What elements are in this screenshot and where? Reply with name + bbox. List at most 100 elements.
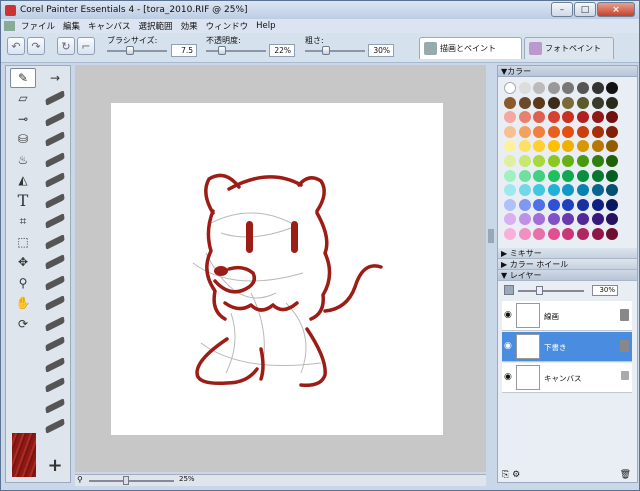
menu-select[interactable]: 選択範囲	[139, 20, 173, 32]
color-swatch[interactable]	[504, 96, 516, 109]
color-swatch[interactable]	[504, 184, 516, 197]
color-swatch[interactable]	[518, 111, 531, 124]
brush-size-slider[interactable]	[107, 50, 167, 52]
color-swatch[interactable]	[547, 155, 560, 167]
color-swatch[interactable]	[577, 125, 589, 138]
brush-variant-17[interactable]	[42, 417, 68, 437]
brush-variant-15[interactable]	[42, 376, 68, 396]
color-swatch[interactable]	[504, 111, 516, 124]
canvas-area[interactable]	[75, 65, 486, 472]
color-swatch[interactable]	[533, 228, 546, 240]
opacity-thumb[interactable]	[218, 46, 226, 55]
color-swatch[interactable]	[591, 111, 604, 124]
color-swatch[interactable]	[562, 82, 575, 94]
brush-variant-12[interactable]	[42, 314, 68, 334]
zoom-slider[interactable]	[89, 480, 174, 482]
drawing-canvas[interactable]	[111, 103, 443, 435]
brush-reset-icon[interactable]: ⌐	[77, 37, 95, 55]
color-swatch[interactable]	[533, 213, 546, 226]
color-swatch[interactable]	[591, 198, 604, 211]
color-swatch[interactable]	[562, 198, 575, 211]
layers-panel-header[interactable]: ▼ レイヤー	[498, 270, 637, 281]
brush-variant-13[interactable]	[42, 335, 68, 355]
color-swatch[interactable]	[504, 140, 516, 153]
panel-collapse-handle[interactable]	[488, 229, 494, 243]
minimize-button[interactable]: –	[551, 2, 573, 17]
layer-options-icon[interactable]: ⚙	[512, 470, 520, 480]
layer-opacity-slider[interactable]	[518, 290, 584, 292]
grain-value[interactable]: 30%	[368, 44, 394, 57]
brush-variant-9[interactable]	[42, 253, 68, 273]
color-swatch[interactable]	[518, 125, 531, 138]
color-swatch[interactable]	[518, 96, 531, 109]
color-swatch[interactable]	[577, 228, 589, 240]
transform-tool-icon[interactable]: ✥	[10, 253, 36, 273]
color-swatch[interactable]	[518, 82, 531, 94]
color-swatch[interactable]	[562, 184, 575, 197]
menu-file[interactable]: ファイル	[21, 20, 55, 32]
magnifier-icon[interactable]: ⚲	[10, 273, 36, 293]
color-swatch[interactable]	[606, 169, 619, 182]
menu-canvas[interactable]: キャンバス	[88, 20, 131, 32]
color-swatch[interactable]	[562, 169, 575, 182]
color-swatch[interactable]	[547, 140, 560, 153]
color-swatch[interactable]	[533, 169, 546, 182]
color-swatch[interactable]	[606, 198, 619, 211]
rotate-page-icon[interactable]: ⟳	[10, 314, 36, 334]
color-swatch[interactable]	[591, 82, 604, 94]
close-button[interactable]: ×	[597, 2, 635, 17]
color-swatch[interactable]	[518, 184, 531, 197]
color-swatch[interactable]	[533, 198, 546, 211]
brush-variant-2[interactable]	[42, 109, 68, 129]
color-swatch[interactable]	[504, 169, 516, 182]
brush-size-value[interactable]: 7.5	[171, 44, 197, 57]
color-swatch[interactable]	[547, 198, 560, 211]
color-swatch[interactable]	[518, 228, 531, 240]
color-swatch[interactable]	[547, 125, 560, 138]
color-swatch[interactable]	[533, 125, 546, 138]
color-swatch[interactable]	[562, 140, 575, 153]
color-panel-header[interactable]: ▼カラー	[498, 66, 637, 77]
color-swatch[interactable]	[562, 125, 575, 138]
paint-bucket-icon[interactable]: ⛁	[10, 130, 36, 150]
color-swatch[interactable]	[547, 213, 560, 226]
dropper-tool-icon[interactable]: ⊸	[10, 109, 36, 129]
color-swatch[interactable]	[577, 82, 589, 94]
color-swatch[interactable]	[547, 82, 560, 94]
maximize-button[interactable]: □	[574, 2, 596, 17]
color-swatch[interactable]	[547, 169, 560, 182]
color-swatch[interactable]	[562, 213, 575, 226]
color-swatch[interactable]	[577, 184, 589, 197]
color-swatch[interactable]	[591, 155, 604, 167]
brush-variant-14[interactable]	[42, 355, 68, 375]
brush-variant-10[interactable]	[42, 273, 68, 293]
color-swatch[interactable]	[606, 125, 619, 138]
brush-variant-4[interactable]	[42, 150, 68, 170]
color-swatch[interactable]	[518, 155, 531, 167]
color-swatch[interactable]	[547, 184, 560, 197]
text-tool-icon[interactable]: T	[10, 191, 36, 211]
zoom-slider-thumb[interactable]	[123, 476, 129, 485]
color-swatch[interactable]	[591, 125, 604, 138]
color-swatch[interactable]	[606, 82, 619, 94]
color-swatch[interactable]	[562, 111, 575, 124]
menu-effects[interactable]: 効果	[181, 20, 198, 32]
color-swatch[interactable]	[518, 169, 531, 182]
undo-icon[interactable]: ↶	[7, 37, 25, 55]
color-swatch[interactable]	[504, 198, 516, 211]
add-brush-button[interactable]: +	[44, 456, 66, 476]
brush-variant-8[interactable]	[42, 232, 68, 252]
tab-photo[interactable]: フォトペイント	[524, 37, 614, 59]
color-swatch[interactable]	[504, 82, 516, 94]
color-swatch[interactable]	[504, 125, 516, 138]
eraser-tool-icon[interactable]: ▱	[10, 89, 36, 109]
brush-size-thumb[interactable]	[126, 46, 134, 55]
menu-help[interactable]: Help	[256, 21, 275, 31]
brush-variant-3[interactable]	[42, 130, 68, 150]
eye-icon[interactable]: ◉	[504, 341, 512, 351]
color-swatch[interactable]	[562, 228, 575, 240]
color-swatch[interactable]	[577, 155, 589, 167]
crop-tool-icon[interactable]: ⌗	[10, 212, 36, 232]
eye-icon[interactable]: ◉	[504, 310, 512, 320]
color-swatch[interactable]	[606, 184, 619, 197]
